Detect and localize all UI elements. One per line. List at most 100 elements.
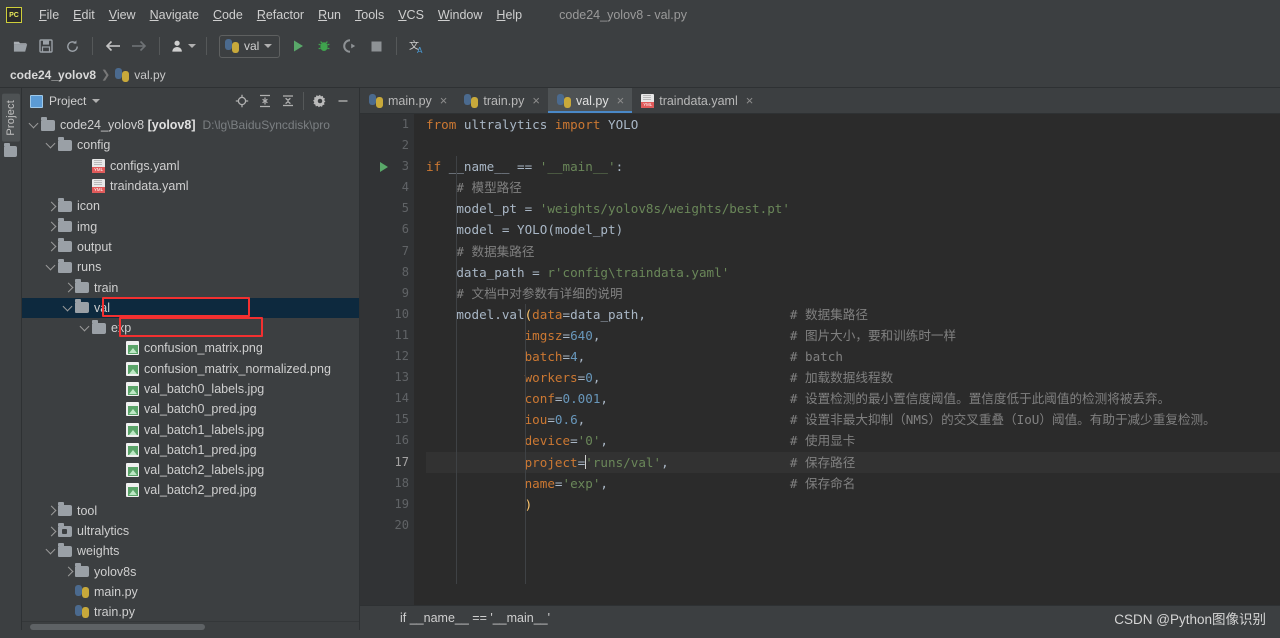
code-line[interactable]: name='exp', # 保存命名: [426, 473, 1280, 494]
close-icon[interactable]: ×: [439, 94, 449, 107]
tree-row[interactable]: train: [22, 277, 359, 297]
code-line[interactable]: data_path = r'config\traindata.yaml': [426, 262, 1280, 283]
tree-row[interactable]: runs: [22, 257, 359, 277]
code-line[interactable]: imgsz=640, # 图片大小，要和训练时一样: [426, 325, 1280, 346]
code-line[interactable]: # 文档中对参数有详细的说明: [426, 283, 1280, 304]
menu-item-help[interactable]: Help: [489, 5, 529, 25]
tree-row[interactable]: val_batch2_pred.jpg: [22, 480, 359, 500]
chevron-right-icon[interactable]: [45, 525, 58, 538]
code-line[interactable]: iou=0.6, # 设置非最大抑制（NMS）的交叉重叠（IoU）阈值。有助于减少…: [426, 409, 1280, 430]
tree-row[interactable]: main.py: [22, 582, 359, 602]
editor-tab-val-py[interactable]: val.py ×: [547, 88, 633, 113]
chevron-right-icon[interactable]: [45, 504, 58, 517]
project-tree[interactable]: code24_yolov8 [yolov8] D:\lg\BaiduSyncdis…: [22, 114, 359, 621]
bottom-breadcrumb-text[interactable]: if __name__ == '__main__': [400, 611, 550, 625]
tree-row[interactable]: weights: [22, 541, 359, 561]
code-line[interactable]: project='runs/val', # 保存路径: [426, 451, 1280, 473]
tree-row[interactable]: tool: [22, 501, 359, 521]
run-with-coverage-button[interactable]: [338, 34, 362, 58]
breadcrumb-file[interactable]: val.py: [134, 68, 165, 82]
menu-item-vcs[interactable]: VCS: [391, 5, 431, 25]
code-line[interactable]: model_pt = 'weights/yolov8s/weights/best…: [426, 198, 1280, 219]
open-folder-icon[interactable]: [8, 34, 32, 58]
tree-row[interactable]: config: [22, 135, 359, 155]
menu-item-tools[interactable]: Tools: [348, 5, 391, 25]
tree-row[interactable]: confusion_matrix_normalized.png: [22, 359, 359, 379]
code-line[interactable]: from ultralytics import YOLO: [426, 114, 1280, 135]
tree-row[interactable]: img: [22, 216, 359, 236]
expand-all-icon[interactable]: [254, 91, 275, 112]
tree-row[interactable]: traindata.yaml: [22, 176, 359, 196]
editor-tab-train-py[interactable]: train.py ×: [455, 88, 548, 113]
chevron-down-icon[interactable]: [45, 545, 58, 558]
chevron-right-icon[interactable]: [62, 565, 75, 578]
tree-row[interactable]: output: [22, 237, 359, 257]
forward-icon[interactable]: [127, 34, 151, 58]
tree-row[interactable]: val_batch0_labels.jpg: [22, 379, 359, 399]
tree-row[interactable]: ultralytics: [22, 521, 359, 541]
breadcrumb-project[interactable]: code24_yolov8: [10, 68, 96, 82]
code-line[interactable]: model.val(data=data_path, # 数据集路径: [426, 304, 1280, 325]
code-line[interactable]: conf=0.001, # 设置检测的最小置信度阈值。置信度低于此阈值的检测将被丢…: [426, 388, 1280, 409]
chevron-right-icon[interactable]: [45, 220, 58, 233]
project-tree-hscrollbar[interactable]: [22, 621, 359, 630]
tree-row[interactable]: val_batch0_pred.jpg: [22, 399, 359, 419]
chevron-down-icon[interactable]: [62, 301, 75, 314]
chevron-down-icon[interactable]: [92, 99, 101, 103]
locate-icon[interactable]: [231, 91, 252, 112]
run-button[interactable]: [286, 34, 310, 58]
menu-item-navigate[interactable]: Navigate: [143, 5, 206, 25]
stop-button[interactable]: [364, 34, 388, 58]
editor-tab-traindata-yaml[interactable]: traindata.yaml ×: [632, 88, 761, 113]
tree-row[interactable]: exp: [22, 318, 359, 338]
menu-item-run[interactable]: Run: [311, 5, 348, 25]
tree-row[interactable]: val: [22, 297, 359, 318]
tree-row[interactable]: icon: [22, 196, 359, 216]
code-line[interactable]: batch=4, # batch: [426, 346, 1280, 367]
code-line[interactable]: ): [426, 494, 1280, 515]
tree-row[interactable]: yolov8s: [22, 562, 359, 582]
tree-row[interactable]: val_batch1_pred.jpg: [22, 440, 359, 460]
code-line[interactable]: # 模型路径: [426, 177, 1280, 198]
code-line[interactable]: if __name__ == '__main__':: [426, 156, 1280, 177]
close-icon[interactable]: ×: [616, 94, 626, 107]
tree-row[interactable]: code24_yolov8 [yolov8] D:\lg\BaiduSyncdis…: [22, 115, 359, 135]
menu-item-edit[interactable]: Edit: [66, 5, 102, 25]
chevron-right-icon[interactable]: [45, 240, 58, 253]
code-line[interactable]: workers=0, # 加载数据线程数: [426, 367, 1280, 388]
close-icon[interactable]: ×: [745, 94, 755, 107]
sidebar-tab-project[interactable]: Project: [1, 94, 20, 142]
chevron-right-icon[interactable]: [45, 200, 58, 213]
run-line-marker-icon[interactable]: [380, 162, 388, 173]
code-line[interactable]: # 数据集路径: [426, 241, 1280, 262]
tree-row[interactable]: val_batch2_labels.jpg: [22, 460, 359, 480]
user-dropdown-icon[interactable]: [168, 34, 198, 58]
tree-row[interactable]: confusion_matrix.png: [22, 338, 359, 358]
editor-tab-main-py[interactable]: main.py ×: [360, 88, 455, 113]
code-content[interactable]: from ultralytics import YOLO if __name__ …: [414, 114, 1280, 605]
menu-item-view[interactable]: View: [102, 5, 143, 25]
code-line[interactable]: device='0', # 使用显卡: [426, 430, 1280, 451]
chevron-down-icon[interactable]: [79, 322, 92, 335]
close-icon[interactable]: ×: [531, 94, 541, 107]
menu-item-refactor[interactable]: Refactor: [250, 5, 311, 25]
chevron-down-icon[interactable]: [45, 261, 58, 274]
translate-icon[interactable]: 文A: [405, 34, 429, 58]
code-line[interactable]: model = YOLO(model_pt): [426, 219, 1280, 240]
tree-row[interactable]: val_batch1_labels.jpg: [22, 419, 359, 439]
collapse-all-icon[interactable]: [277, 91, 298, 112]
chevron-down-icon[interactable]: [45, 139, 58, 152]
scrollbar-thumb[interactable]: [30, 624, 205, 630]
code-line[interactable]: [426, 515, 1280, 536]
back-icon[interactable]: [101, 34, 125, 58]
code-line[interactable]: [426, 135, 1280, 156]
settings-gear-icon[interactable]: [309, 91, 330, 112]
hide-panel-icon[interactable]: [332, 91, 353, 112]
tree-row[interactable]: configs.yaml: [22, 156, 359, 176]
save-all-icon[interactable]: [34, 34, 58, 58]
menu-item-file[interactable]: File: [32, 5, 66, 25]
chevron-right-icon[interactable]: [62, 281, 75, 294]
tree-row[interactable]: train.py: [22, 602, 359, 621]
chevron-down-icon[interactable]: [28, 119, 41, 132]
sync-icon[interactable]: [60, 34, 84, 58]
